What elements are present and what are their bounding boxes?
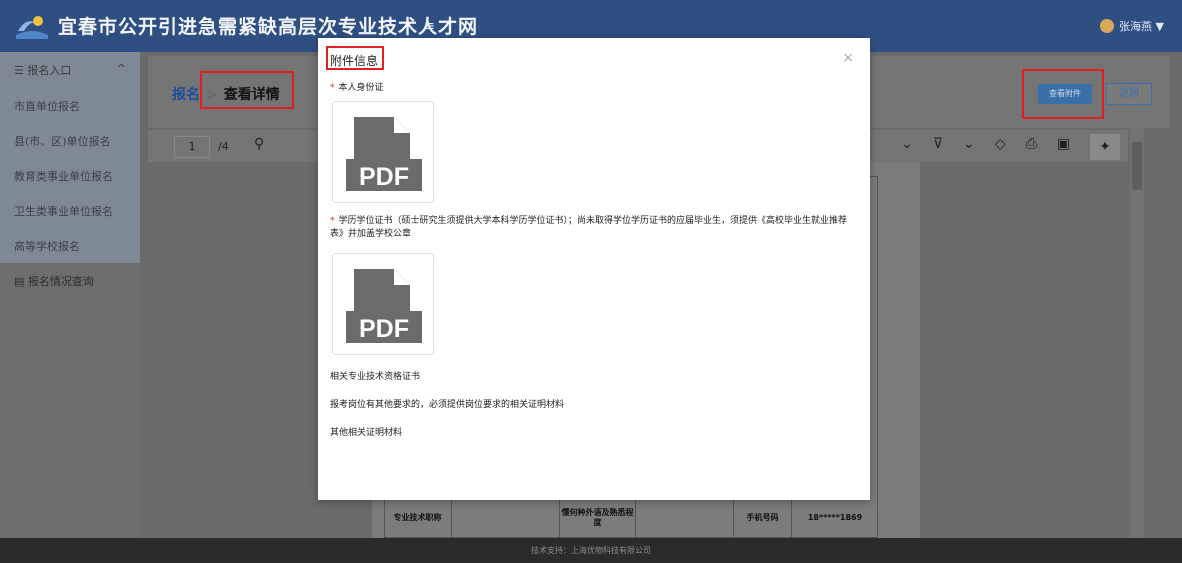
- field-degree: * 学历学位证书（硕士研究生须提供大学本科学历学位证书）；尚未取得学位学历证书的应…: [330, 216, 848, 239]
- table-cell: [636, 498, 734, 538]
- table-row: 专业技术职称 懂何种外语及熟悉程度 手机号码 18*****1869: [384, 498, 878, 538]
- print-icon[interactable]: ⎙: [1026, 136, 1037, 160]
- site-logo-icon: [16, 16, 48, 39]
- sidebar: ☰ 报名入口 ^ 市直单位报名 县(市、区)单位报名 教育类事业单位报名 卫生类…: [0, 52, 140, 538]
- menu-toggle-icon[interactable]: ≡: [424, 19, 435, 34]
- sidebar-group-label: ☰ 报名入口: [14, 64, 72, 77]
- field-id-card: * 本人身份证: [330, 83, 384, 93]
- sidebar-item-county[interactable]: 县(市、区)单位报名: [0, 123, 140, 158]
- sidebar-item-city[interactable]: 市直单位报名: [0, 88, 140, 123]
- required-marker: *: [330, 83, 335, 93]
- chevron-up-icon: ^: [116, 62, 126, 75]
- user-name: 张海燕 ▼: [1119, 20, 1164, 33]
- sidebar-item-query[interactable]: ▤ 报名情况查询: [0, 263, 140, 299]
- page-scrollbar[interactable]: [1170, 52, 1182, 538]
- svg-text:PDF: PDF: [359, 163, 409, 191]
- table-cell: 18*****1869: [807, 513, 863, 522]
- chevron-down-icon[interactable]: ⌄: [963, 136, 975, 160]
- highlight-box-breadcrumb: [200, 71, 294, 109]
- footer: 技术支持：上海优物科技有限公司: [0, 538, 1182, 563]
- close-icon[interactable]: ×: [842, 50, 854, 66]
- highlight-icon[interactable]: ⊽: [933, 136, 943, 160]
- table-cell: 手机号码: [734, 498, 792, 538]
- sidebar-item-health[interactable]: 卫生类事业单位报名: [0, 193, 140, 228]
- search-icon[interactable]: ⚲: [254, 136, 264, 152]
- field-other-required: 报考岗位有其他要求的，必须提供岗位要求的相关证明材料: [330, 400, 565, 410]
- table-cell: 懂何种外语及熟悉程度: [560, 498, 636, 538]
- save-icon[interactable]: ▣: [1057, 136, 1070, 160]
- pdf-tool-group: ⌄ ⊽ ⌄ ◇ ⎙ ▣ ✦: [901, 134, 1120, 160]
- pdf-scroll-thumb[interactable]: [1132, 142, 1142, 190]
- site-title: 宜春市公开引进急需紧缺高层次专业技术人才网: [58, 16, 479, 38]
- user-menu[interactable]: 张海燕 ▼: [1100, 18, 1164, 34]
- chevron-down-icon[interactable]: ⌄: [901, 136, 913, 160]
- breadcrumb-parent[interactable]: 报名: [172, 87, 200, 103]
- sidebar-item-education[interactable]: 教育类事业单位报名: [0, 158, 140, 193]
- pin-icon[interactable]: ✦: [1090, 134, 1120, 160]
- table-cell: 专业技术职称: [384, 498, 452, 538]
- highlight-box-view-attachments: [1022, 69, 1104, 119]
- pdf-total-pages: /4: [218, 140, 229, 153]
- pdf-file-thumbnail[interactable]: PDF: [332, 101, 434, 203]
- svg-text:PDF: PDF: [359, 315, 409, 343]
- pdf-file-thumbnail[interactable]: PDF: [332, 253, 434, 355]
- field-other: 其他相关证明材料: [330, 428, 403, 438]
- pdf-file-icon: PDF: [346, 269, 422, 343]
- avatar: [1100, 19, 1115, 33]
- table-cell: [452, 498, 560, 538]
- attachments-modal: 附件信息 × * 本人身份证 PDF * 学历学位证书（硕士研究生须提供大学本科学历…: [318, 38, 870, 500]
- eraser-icon[interactable]: ◇: [995, 136, 1006, 160]
- sidebar-item-university[interactable]: 高等学校报名: [0, 228, 140, 263]
- field-qualification: 相关专业技术资格证书: [330, 372, 421, 382]
- list-icon: ☰: [14, 64, 24, 77]
- pdf-file-icon: PDF: [346, 117, 422, 191]
- highlight-box-modal-title: [326, 46, 384, 70]
- document-icon: ▤: [14, 275, 25, 288]
- sidebar-group-registration[interactable]: ☰ 报名入口 ^: [0, 52, 140, 88]
- required-marker: *: [330, 216, 335, 226]
- back-button[interactable]: 返回: [1106, 83, 1152, 105]
- pdf-page-input[interactable]: 1: [174, 136, 210, 158]
